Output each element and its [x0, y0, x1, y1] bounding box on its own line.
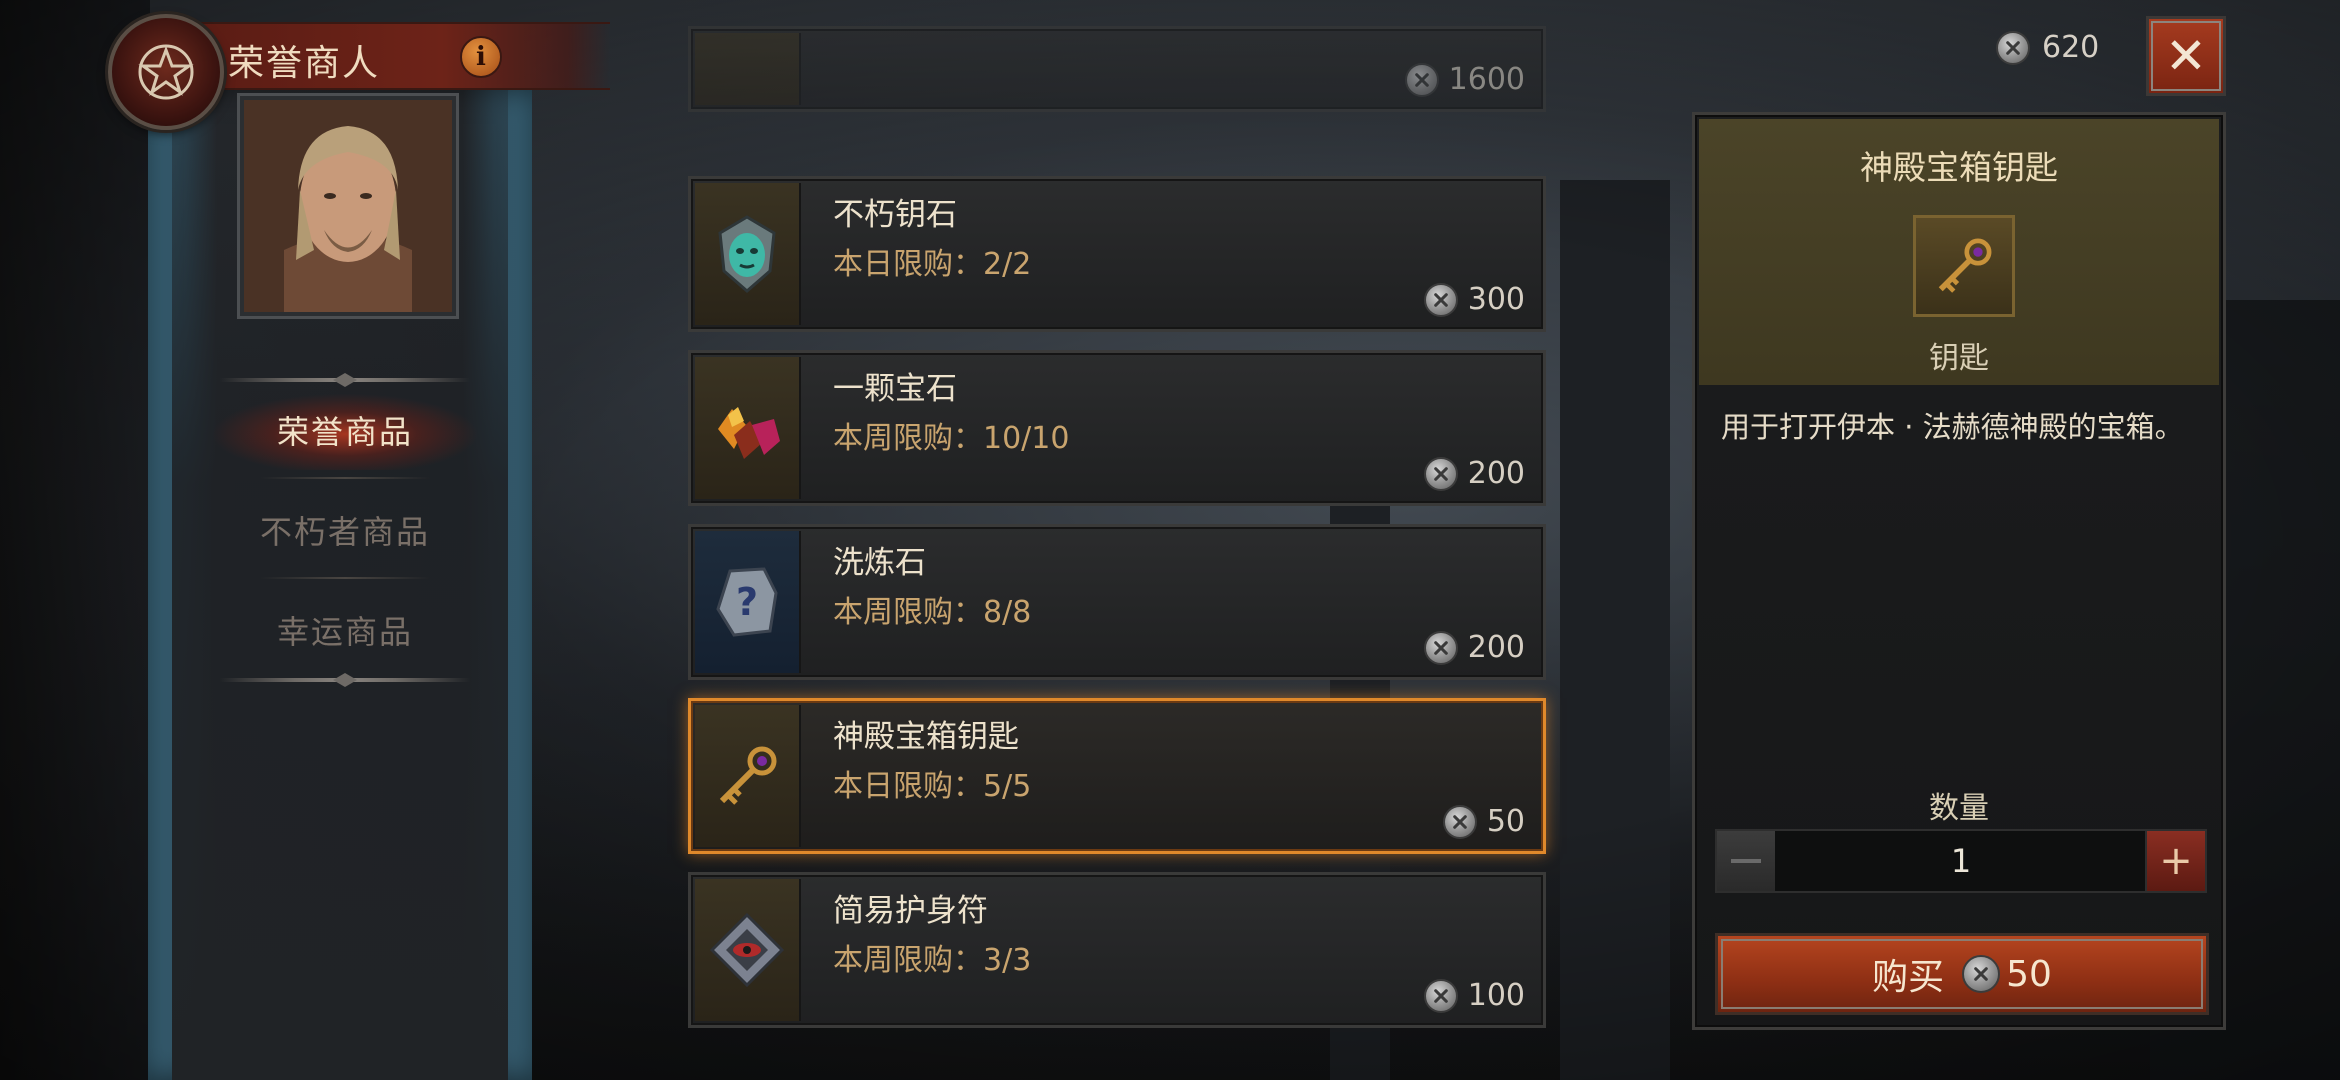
- list-item[interactable]: 不朽钥石 本日限购：2/2 300: [688, 176, 1546, 332]
- tab-immortal-goods[interactable]: 不朽者商品: [200, 490, 490, 570]
- list-item[interactable]: 1600: [688, 26, 1546, 112]
- list-item[interactable]: ? 洗炼石 本周限购：8/8 200: [688, 524, 1546, 680]
- merchant-emblem-icon: [108, 14, 224, 130]
- quantity-increase-button[interactable]: +: [2145, 831, 2205, 891]
- honor-coin-icon: [1423, 630, 1458, 665]
- tab-lucky-goods[interactable]: 幸运商品: [200, 590, 490, 670]
- price-value: 200: [1467, 456, 1525, 491]
- buy-label: 购买: [1872, 957, 1945, 998]
- honor-coin-icon: [1423, 456, 1458, 491]
- honor-coin-icon: [1423, 282, 1458, 317]
- item-name: 简易护身符: [833, 893, 988, 929]
- plus-icon: +: [2159, 838, 2193, 884]
- item-price: 300: [1423, 282, 1525, 317]
- honor-coin-icon: [1442, 804, 1477, 839]
- item-price: 200: [1423, 630, 1525, 665]
- quantity-decrease-button[interactable]: [1717, 831, 1775, 891]
- honor-coin-icon: [1996, 30, 2030, 65]
- currency-amount: 620: [2042, 30, 2100, 65]
- quantity-stepper: 1 +: [1715, 829, 2207, 893]
- item-name: 洗炼石: [833, 545, 926, 581]
- keystone-icon: [695, 183, 801, 325]
- background-left-wall: [0, 0, 150, 1080]
- honor-coin-icon: [1423, 978, 1458, 1013]
- mystery-stone-icon: ?: [695, 531, 801, 673]
- item-name: 不朽钥石: [833, 197, 957, 233]
- info-button[interactable]: i: [460, 36, 502, 78]
- currency-display: 620: [1996, 30, 2099, 65]
- quantity-label: 数量: [1929, 791, 1989, 826]
- svg-text:?: ?: [736, 580, 758, 624]
- price-value: 300: [1467, 282, 1525, 317]
- merchant-title: 荣誉商人: [228, 43, 381, 84]
- honor-coin-icon: [1962, 955, 2001, 993]
- detail-item-type: 钥匙: [1929, 341, 1989, 376]
- item-price: 50: [1442, 804, 1525, 839]
- tab-separator: [260, 477, 430, 479]
- minus-icon: [1731, 859, 1761, 863]
- item-purchase-limit: 本周限购：10/10: [833, 421, 1070, 456]
- buy-price: 50: [1962, 954, 2052, 995]
- tab-separator: [260, 577, 430, 579]
- background-cathedral: [1560, 180, 1670, 1080]
- item-purchase-limit: 本日限购：2/2: [833, 247, 1032, 282]
- price-value: 100: [1467, 978, 1525, 1013]
- detail-description: 用于打开伊本 · 法赫德神殿的宝箱。: [1721, 410, 2184, 444]
- charm-icon: [695, 879, 801, 1021]
- item-price: 100: [1423, 978, 1525, 1013]
- item-name: 一颗宝石: [833, 371, 957, 407]
- price-value: 200: [1467, 630, 1525, 665]
- price-value: 50: [1486, 804, 1525, 839]
- item-purchase-limit: 本周限购：8/8: [833, 595, 1032, 630]
- close-button[interactable]: ✕: [2146, 16, 2226, 96]
- item-price: 200: [1423, 456, 1525, 491]
- list-item[interactable]: 简易护身符 本周限购：3/3 100: [688, 872, 1546, 1028]
- item-purchase-limit: 本周限购：3/3: [833, 943, 1032, 978]
- key-icon: [1913, 215, 2015, 317]
- item-detail-panel: 神殿宝箱钥匙 钥匙 用于打开伊本 · 法赫德神殿的宝箱。 数量 1 + 购买 5…: [1692, 112, 2226, 1030]
- tab-honor-goods[interactable]: 荣誉商品: [200, 390, 490, 470]
- list-item-selected[interactable]: 神殿宝箱钥匙 本日限购：5/5 50: [688, 698, 1546, 854]
- item-name: 神殿宝箱钥匙: [833, 719, 1019, 755]
- buy-button[interactable]: 购买 50: [1715, 933, 2209, 1015]
- merchant-portrait: [237, 93, 459, 319]
- quantity-value[interactable]: 1: [1777, 831, 2145, 891]
- price-value: 1600: [1448, 62, 1525, 97]
- title-banner: 荣誉商人 i: [190, 22, 610, 90]
- item-purchase-limit: 本日限购：5/5: [833, 769, 1032, 804]
- item-price: 1600: [1404, 62, 1525, 97]
- list-item[interactable]: 一颗宝石 本周限购：10/10 200: [688, 350, 1546, 506]
- honor-coin-icon: [1404, 62, 1439, 97]
- buy-price-value: 50: [2006, 953, 2052, 995]
- detail-title: 神殿宝箱钥匙: [1860, 148, 2058, 187]
- detail-header: 神殿宝箱钥匙 钥匙: [1699, 119, 2219, 385]
- unknown-item-icon: [695, 33, 801, 105]
- key-icon: [695, 705, 801, 847]
- gems-icon: [695, 357, 801, 499]
